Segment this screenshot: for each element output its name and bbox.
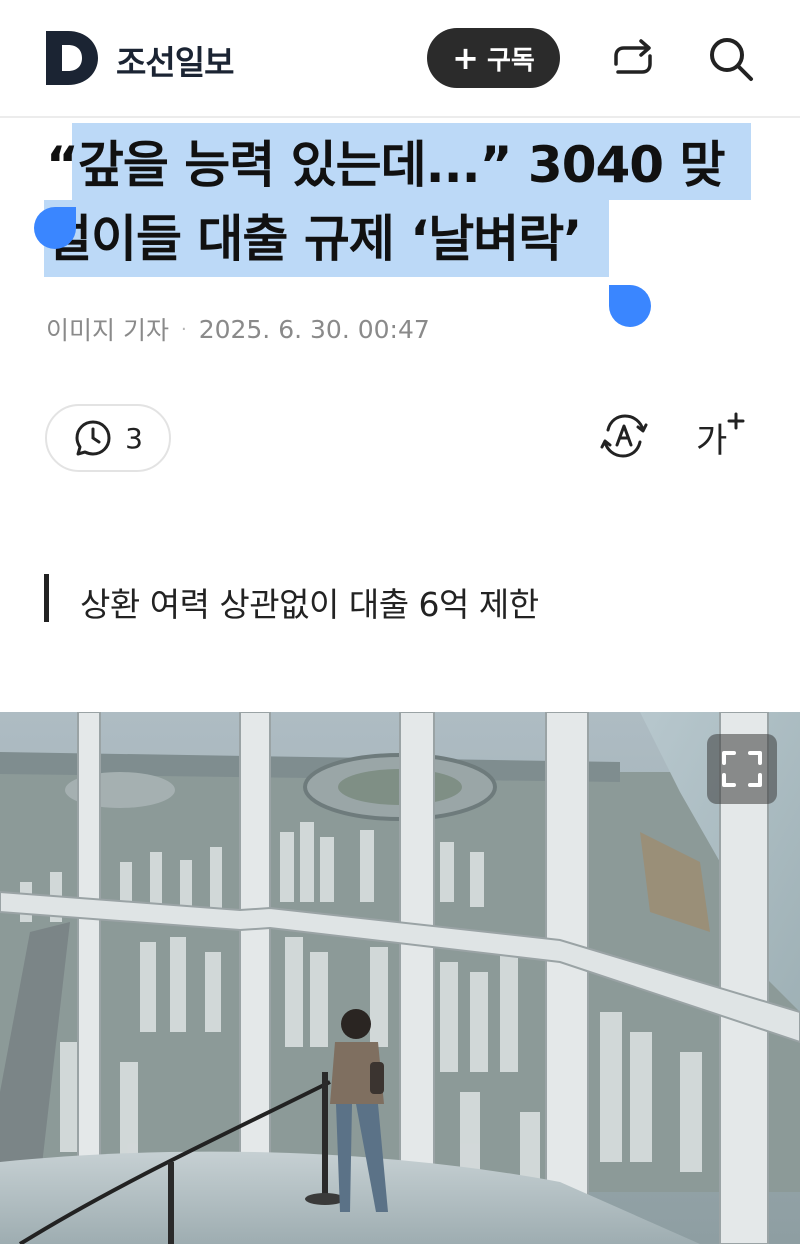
subscribe-label: 구독	[486, 45, 535, 76]
subscribe-button[interactable]: + 구독	[427, 28, 560, 88]
brand-name[interactable]: 조선일보	[116, 36, 234, 84]
subheadline-bar	[44, 574, 49, 622]
search-icon[interactable]	[706, 34, 756, 84]
app-header: 조선일보 + 구독	[0, 0, 800, 118]
headline-line: 벌이들 대출 규제 ‘날벼락’	[46, 210, 582, 268]
plus-icon: +	[452, 39, 479, 77]
publish-timestamp: 2025. 6. 30. 00:47	[198, 314, 430, 344]
observation-deck-image	[0, 712, 800, 1244]
share-arrows-icon[interactable]	[608, 34, 658, 84]
comments-button[interactable]: 3	[45, 404, 171, 472]
author-name[interactable]: 이미지 기자	[46, 311, 169, 347]
expand-icon	[722, 751, 762, 787]
byline: 이미지 기자 · 2025. 6. 30. 00:47	[46, 311, 430, 347]
fullscreen-button[interactable]	[707, 734, 777, 804]
comment-clock-icon	[75, 420, 111, 456]
translate-icon[interactable]	[598, 410, 650, 462]
font-size-label: 가	[696, 421, 727, 461]
article-subheadline: 상환 여력 상관없이 대출 6억 제한	[80, 585, 539, 624]
headline-line: “갚을 능력 있는데...” 3040 맞	[46, 136, 726, 194]
article-headline[interactable]: “갚을 능력 있는데...” 3040 맞 벌이들 대출 규제 ‘날벼락’	[46, 128, 766, 276]
font-size-icon[interactable]: 가	[694, 410, 746, 462]
article-photo[interactable]	[0, 712, 800, 1244]
logo-icon[interactable]	[46, 31, 98, 85]
selection-start-handle[interactable]	[34, 207, 76, 249]
selection-end-handle[interactable]	[609, 285, 651, 327]
byline-separator: ·	[180, 318, 187, 340]
comment-count: 3	[125, 421, 143, 455]
